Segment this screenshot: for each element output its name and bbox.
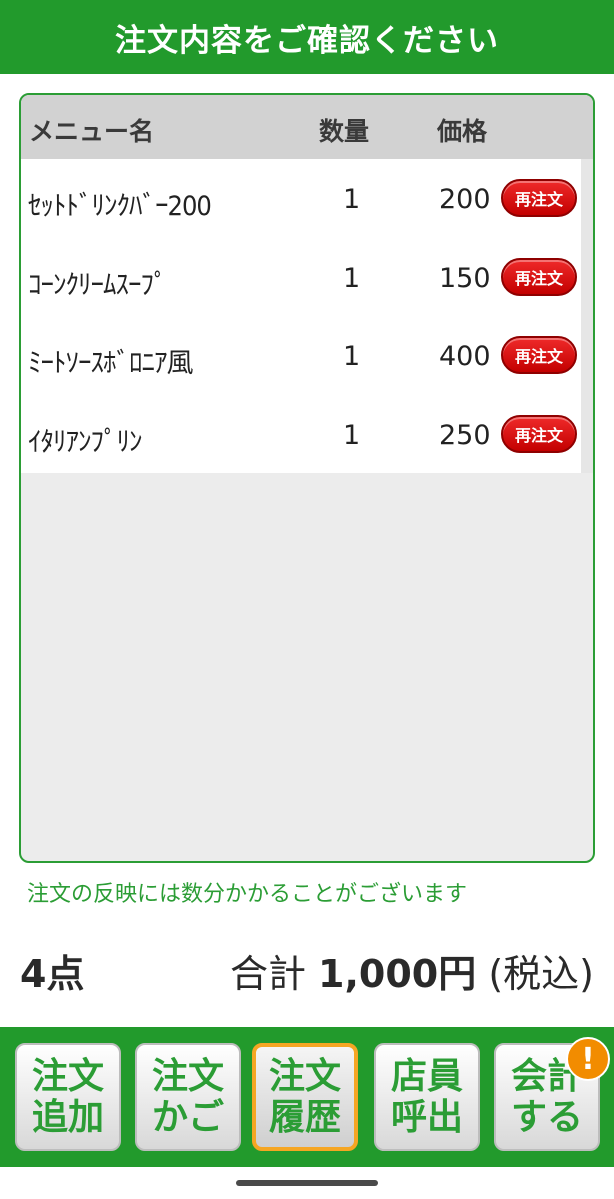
item-price: 250 bbox=[439, 419, 491, 451]
item-price: 400 bbox=[439, 341, 491, 372]
add-order-label-1: 注文 bbox=[31, 1056, 104, 1097]
total-label: 合計 bbox=[229, 952, 306, 996]
item-name: ｺｰﾝｸﾘｰﾑｽｰﾌﾟ bbox=[28, 269, 167, 301]
add-order-button[interactable]: 注文 追加 bbox=[15, 1043, 121, 1151]
reorder-button[interactable]: 再注文 bbox=[501, 179, 577, 217]
call-staff-button[interactable]: 店員 呼出 bbox=[374, 1043, 480, 1151]
item-qty: 1 bbox=[343, 341, 361, 372]
item-count: 4点 bbox=[20, 952, 85, 996]
reorder-button[interactable]: 再注文 bbox=[501, 336, 577, 374]
order-history-button[interactable]: 注文 履歴 bbox=[252, 1043, 358, 1151]
page-title: 注文内容をご確認ください bbox=[0, 0, 614, 74]
column-header-price: 価格 bbox=[437, 117, 488, 146]
column-header-name: メニュー名 bbox=[29, 117, 155, 146]
reorder-button[interactable]: 再注文 bbox=[501, 414, 577, 453]
history-label-2: 履歴 bbox=[268, 1097, 341, 1138]
notice-text: 注文の反映には数分かかることがございます bbox=[27, 882, 468, 907]
cart-label-2: かご bbox=[151, 1097, 224, 1138]
item-qty: 1 bbox=[343, 262, 361, 294]
call-label-1: 店員 bbox=[390, 1056, 463, 1097]
item-qty: 1 bbox=[343, 419, 361, 451]
alert-badge-icon: ! bbox=[566, 1037, 610, 1081]
cart-button[interactable]: 注文 かご bbox=[135, 1043, 241, 1151]
table-row: ｺｰﾝｸﾘｰﾑｽｰﾌﾟ 1 150 再注文 bbox=[21, 238, 581, 317]
item-name: ｾｯﾄﾄﾞﾘﾝｸﾊﾞｰ200 bbox=[28, 191, 212, 222]
item-price: 150 bbox=[439, 262, 491, 294]
column-header-qty: 数量 bbox=[319, 117, 370, 146]
table-body: ｾｯﾄﾄﾞﾘﾝｸﾊﾞｰ200 1 200 再注文 ｺｰﾝｸﾘｰﾑｽｰﾌﾟ 1 1… bbox=[21, 159, 581, 473]
table-header: メニュー名 数量 価格 bbox=[21, 95, 593, 159]
table-row: ｾｯﾄﾄﾞﾘﾝｸﾊﾞｰ200 1 200 再注文 bbox=[21, 159, 581, 238]
add-order-label-2: 追加 bbox=[31, 1097, 104, 1138]
checkout-label-2: する bbox=[510, 1097, 583, 1138]
total-amount: 1,000円 bbox=[318, 952, 477, 996]
item-qty: 1 bbox=[343, 184, 361, 215]
cart-label-1: 注文 bbox=[151, 1056, 224, 1097]
reorder-button[interactable]: 再注文 bbox=[501, 257, 577, 296]
table-row: ｲﾀﾘｱﾝﾌﾟﾘﾝ 1 250 再注文 bbox=[21, 395, 581, 474]
tax-note: (税込) bbox=[488, 952, 594, 996]
item-price: 200 bbox=[439, 184, 491, 215]
bottom-nav: 注文 追加 注文 かご 注文 履歴 店員 呼出 会計 する bbox=[0, 1027, 614, 1167]
history-label-1: 注文 bbox=[268, 1056, 341, 1097]
item-name: ﾐｰﾄｿｰｽﾎﾞﾛﾆｱ風 bbox=[28, 348, 193, 379]
table-row: ﾐｰﾄｿｰｽﾎﾞﾛﾆｱ風 1 400 再注文 bbox=[21, 316, 581, 395]
home-indicator[interactable] bbox=[236, 1180, 378, 1186]
item-name: ｲﾀﾘｱﾝﾌﾟﾘﾝ bbox=[28, 426, 142, 458]
order-total: 合計 1,000円 (税込) bbox=[230, 943, 594, 998]
scrollbar[interactable] bbox=[581, 159, 593, 473]
call-label-2: 呼出 bbox=[390, 1097, 463, 1138]
order-table: メニュー名 数量 価格 ｾｯﾄﾄﾞﾘﾝｸﾊﾞｰ200 1 200 再注文 ｺｰﾝ… bbox=[19, 93, 595, 863]
